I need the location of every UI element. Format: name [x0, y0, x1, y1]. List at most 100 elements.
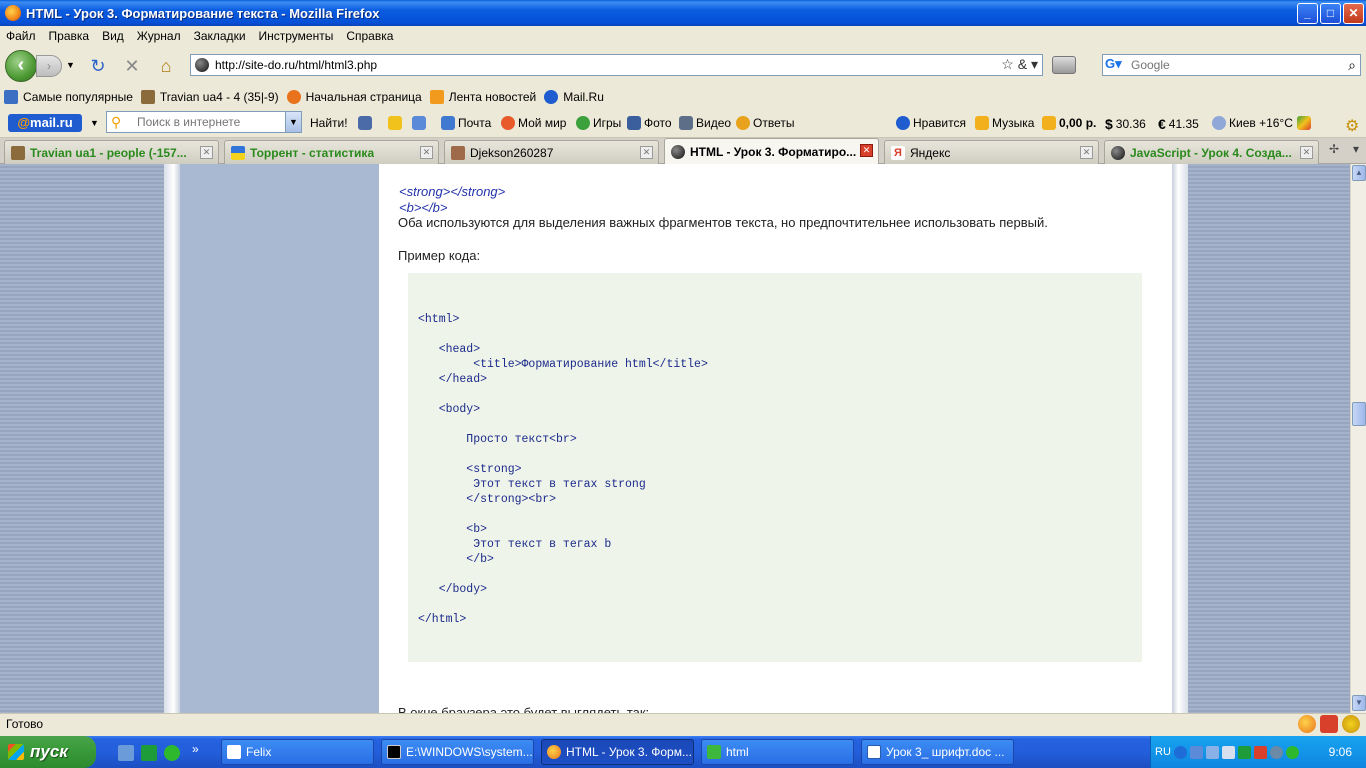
tray-network-icon[interactable]	[1189, 745, 1203, 759]
forward-button[interactable]: ›	[36, 55, 62, 77]
scroll-down-icon[interactable]: ▼	[1352, 695, 1366, 711]
find-on-page-icon[interactable]	[412, 116, 429, 130]
search-bar[interactable]: G▾ ⌕	[1102, 54, 1361, 76]
adblock-icon[interactable]	[1320, 715, 1338, 733]
tab-close-icon[interactable]: ✕	[860, 144, 873, 157]
mailru-logo[interactable]: @mail.ru	[8, 114, 82, 132]
taskbar-item-word-doc[interactable]: Урок 3_ шрифт.doc ...	[861, 739, 1014, 765]
quicklaunch-icq-icon[interactable]	[164, 745, 180, 761]
mailru-video-button[interactable]: Видео	[679, 116, 731, 130]
bookmark-news-feed[interactable]: Лента новостей	[429, 90, 536, 104]
menu-bookmarks[interactable]: Закладки	[194, 29, 246, 43]
mailru-photo-button[interactable]: Фото	[627, 116, 672, 130]
tab-close-icon[interactable]: ✕	[640, 146, 653, 159]
eur-rate[interactable]: €41.35	[1158, 116, 1199, 132]
search-icon[interactable]: ⌕	[1348, 57, 1356, 74]
minimize-button[interactable]: _	[1297, 3, 1318, 24]
tab-label: HTML - Урок 3. Форматиро...	[690, 144, 857, 159]
tab-label: JavaScript - Урок 4. Созда...	[1130, 145, 1292, 160]
menu-file[interactable]: Файл	[6, 29, 36, 43]
menu-help[interactable]: Справка	[346, 29, 393, 43]
tab-close-icon[interactable]: ✕	[1300, 146, 1313, 159]
tray-volume-icon[interactable]	[1221, 745, 1235, 759]
travian-icon	[140, 90, 155, 104]
tab-close-icon[interactable]: ✕	[420, 146, 433, 159]
scroll-thumb[interactable]	[1352, 402, 1366, 426]
tags-example: <strong></strong> <b></b>	[399, 184, 505, 216]
maximize-button[interactable]: □	[1320, 3, 1341, 24]
menu-tools[interactable]: Инструменты	[259, 29, 334, 43]
tray-monitor-icon[interactable]	[1205, 745, 1219, 759]
bookmark-travian[interactable]: Travian ua4 - 4 (35|-9)	[140, 90, 279, 104]
site-identity-icon[interactable]	[195, 58, 209, 72]
mailru-menu-dropdown-icon[interactable]: ▼	[90, 118, 99, 128]
back-button[interactable]: ‹	[5, 50, 37, 82]
mailru-find-button[interactable]: Найти!	[310, 116, 348, 130]
mailru-search-dropdown[interactable]: ▼	[285, 112, 301, 132]
vertical-scrollbar[interactable]: ▲ ▼	[1350, 164, 1366, 713]
status-icons	[1294, 715, 1360, 733]
tab-javascript-lesson-4[interactable]: JavaScript - Урок 4. Созда... ✕	[1104, 140, 1319, 164]
tab-close-icon[interactable]: ✕	[1080, 146, 1093, 159]
taskbar-item-html[interactable]: html	[701, 739, 854, 765]
address-bar[interactable]: http://site-do.ru/html/html3.php ☆ & ▾	[190, 54, 1043, 76]
tab-close-icon[interactable]: ✕	[200, 146, 213, 159]
tray-icq-icon[interactable]	[1285, 745, 1299, 759]
menu-history[interactable]: Журнал	[137, 29, 181, 43]
show-desktop-icon[interactable]	[118, 745, 134, 761]
taskbar-item-firefox[interactable]: HTML - Урок 3. Форм...	[541, 739, 694, 765]
bookmark-most-visited[interactable]: Самые популярные	[4, 90, 133, 104]
taskbar-item-cmd[interactable]: E:\WINDOWS\system...	[381, 739, 534, 765]
google-engine-icon[interactable]: G▾	[1105, 56, 1131, 74]
tray-antivirus-icon[interactable]	[1253, 745, 1267, 759]
mailru-balance[interactable]: 0,00 р.	[1042, 116, 1096, 130]
firefox-addon-icon[interactable]	[1298, 715, 1316, 733]
bookmark-star-icon[interactable]: ☆ & ▾	[1001, 56, 1038, 73]
mailru-music-button[interactable]: Музыка	[975, 116, 1034, 130]
mailru-search-input[interactable]	[137, 115, 287, 129]
language-indicator[interactable]: RU	[1155, 746, 1171, 758]
url-text[interactable]: http://site-do.ru/html/html3.php	[215, 58, 377, 72]
bookmark-home-page[interactable]: Начальная страница	[286, 90, 422, 104]
mailru-answers-button[interactable]: Ответы	[736, 116, 794, 130]
tray-app-icon[interactable]	[1237, 745, 1251, 759]
mailru-games-button[interactable]: Игры	[576, 116, 621, 130]
tab-travian-people[interactable]: Travian ua1 - people (-157... ✕	[4, 140, 219, 164]
usd-rate[interactable]: $30.36	[1105, 116, 1146, 132]
tab-yandex[interactable]: Я Яндекс ✕	[884, 140, 1099, 164]
menu-edit[interactable]: Правка	[49, 29, 90, 43]
windows-logo-icon	[8, 744, 24, 760]
tray-arrow-icon[interactable]	[1173, 745, 1187, 759]
reload-icon[interactable]: ↻	[87, 55, 109, 77]
tab-torrent-stats[interactable]: Торрент - статистика ✕	[224, 140, 439, 164]
quicklaunch-app-icon[interactable]	[141, 745, 157, 761]
tray-disk-icon[interactable]	[1269, 745, 1283, 759]
close-button[interactable]: ✕	[1343, 3, 1364, 24]
settings-gear-icon[interactable]: ⚙	[1345, 116, 1359, 136]
home-icon[interactable]: ⌂	[155, 55, 177, 77]
bookmark-mailru[interactable]: Mail.Ru	[544, 90, 604, 104]
mailru-myworld-button[interactable]: Мой мир	[501, 116, 566, 130]
highlighter-icon[interactable]	[388, 116, 405, 130]
tab-scroll-icon[interactable]: ✢	[1324, 142, 1344, 160]
tab-html-lesson-3[interactable]: HTML - Урок 3. Форматиро... ✕	[664, 138, 879, 164]
quicklaunch-expand-icon[interactable]: »	[192, 742, 199, 756]
mailru-like-button[interactable]: Нравится	[896, 116, 966, 130]
screenshot-icon[interactable]	[1052, 56, 1076, 74]
stop-icon[interactable]: ✕	[121, 55, 143, 77]
smiley-icon[interactable]	[1342, 715, 1360, 733]
start-button[interactable]: пуск	[0, 736, 96, 768]
text-format-icon[interactable]	[358, 116, 375, 130]
mailru-mail-button[interactable]: Почта	[441, 116, 491, 130]
menu-view[interactable]: Вид	[102, 29, 124, 43]
clock[interactable]: 9:06	[1329, 745, 1352, 759]
palette-icon[interactable]	[1297, 116, 1314, 130]
weather-widget[interactable]: Киев +16°C	[1212, 116, 1293, 130]
scroll-up-icon[interactable]: ▲	[1352, 165, 1366, 181]
tab-djekson[interactable]: Djekson260287 ✕	[444, 140, 659, 164]
taskbar-item-felix[interactable]: Felix	[221, 739, 374, 765]
all-tabs-dropdown-icon[interactable]: ▾	[1346, 142, 1366, 160]
mailru-search-box[interactable]: ⚲ ▼	[106, 111, 302, 133]
search-input[interactable]	[1131, 58, 1331, 72]
history-dropdown-icon[interactable]: ▼	[66, 60, 75, 70]
